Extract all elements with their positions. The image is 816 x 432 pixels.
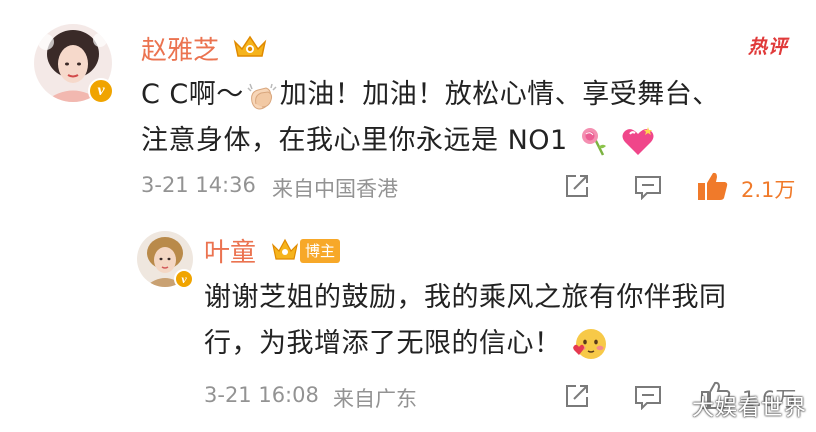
clapping-hands-emoji [244,81,280,111]
avatar[interactable]: v [34,24,114,104]
author-name[interactable]: 叶童 [204,232,256,269]
comment-text: 谢谢芝姐的鼓励，我的乘风之旅有你伴我同 行，为我增添了无限的信心！ [204,275,727,367]
comment-text-line: 谢谢芝姐的鼓励，我的乘风之旅有你伴我同 [204,282,727,313]
blogger-badge: 博主 [300,239,341,263]
hot-comment-label: 热评 [748,36,789,58]
crown-icon [231,32,269,64]
verified-badge-icon: v [88,78,114,104]
comment-date: 3-21 16:08 [204,383,319,407]
verified-badge-icon: v [174,269,194,289]
share-icon[interactable] [564,173,590,203]
comment-text: C C啊～ 加油！加油！放松心情、享受舞台、 注意身体，在我心里你永远是 NO1 [141,72,720,164]
comment-source: 来自中国香港 [272,177,398,201]
watermark: 大娱看世界 [692,396,808,421]
author-name[interactable]: 赵雅芝 [141,30,219,67]
heart-emoji [620,125,656,159]
comment-text-line: C C啊～ [141,79,244,110]
comment-icon[interactable] [634,174,662,204]
comment-text-line: 行，为我增添了无限的信心！ [204,328,562,359]
like-count: 2.1万 [741,178,796,202]
blushing-face-emoji [571,327,609,363]
share-icon[interactable] [564,383,590,413]
comment-date: 3-21 14:36 [141,173,256,197]
like-icon[interactable] [696,170,730,206]
comment-text-line: 注意身体，在我心里你永远是 NO1 [141,125,568,156]
comment-zhao-yazhi: v 赵雅芝 热评 C C啊～ 加油！加油！放松心情、享受舞台、 注意身体，在我心… [0,0,816,215]
rose-emoji [577,125,611,159]
comment-text-line: 加油！加油！放松心情、享受舞台、 [279,79,720,110]
comment-source: 来自广东 [333,387,417,411]
avatar[interactable]: v [137,231,194,289]
comment-icon[interactable] [634,384,662,414]
crown-icon [270,237,300,267]
